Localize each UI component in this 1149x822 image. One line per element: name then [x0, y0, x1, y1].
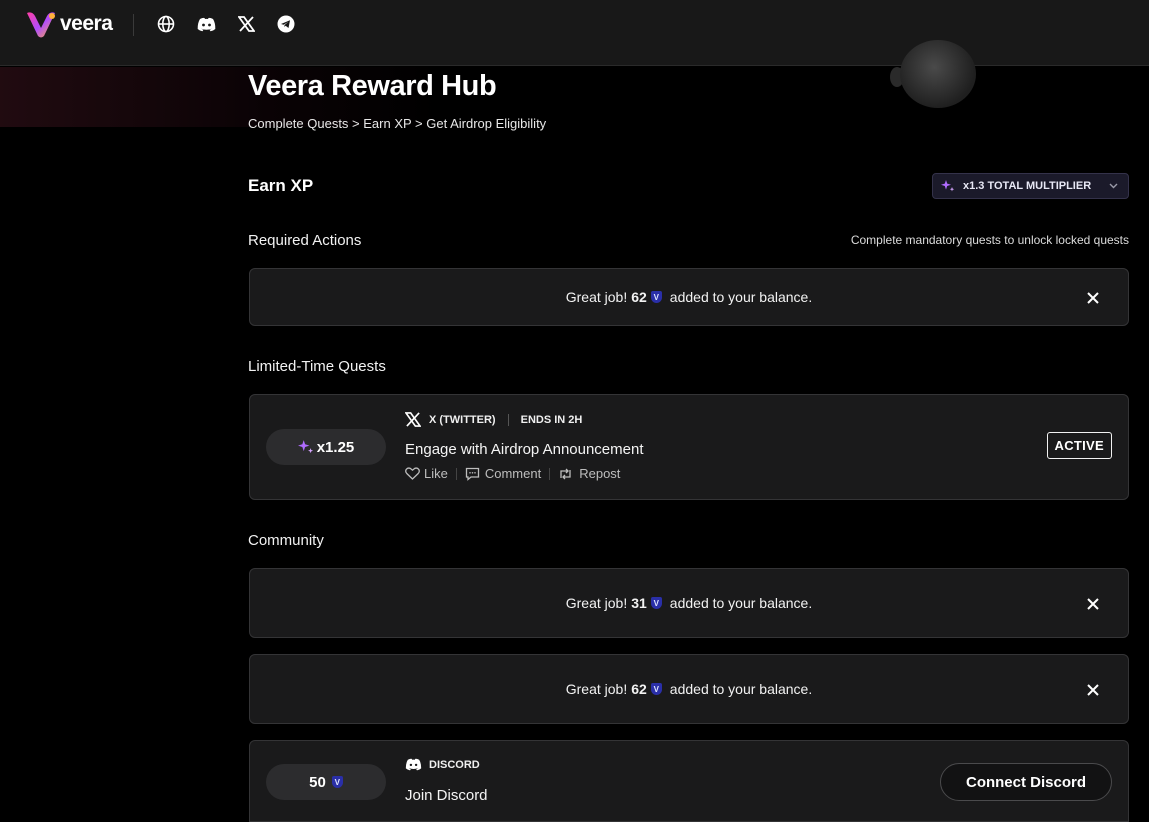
hero-decor-orb	[900, 40, 976, 108]
close-icon[interactable]	[1086, 291, 1100, 305]
meta-divider	[507, 413, 509, 426]
veera-logo[interactable]: veera	[26, 10, 113, 38]
total-multiplier-label: x1.3 TOTAL MULTIPLIER	[963, 180, 1092, 192]
toast-suffix: added to your balance.	[669, 595, 813, 611]
quest-platform: X (TWITTER)	[429, 413, 496, 426]
toast-amount: 31	[631, 595, 647, 611]
sparkle-icon	[297, 440, 313, 454]
repost-label: Repost	[579, 466, 621, 481]
toast-prefix: Great job!	[565, 289, 628, 305]
action-divider	[549, 467, 551, 480]
quest-platform: DISCORD	[429, 758, 480, 771]
comment-label: Comment	[484, 466, 542, 481]
veera-token-icon: V	[650, 683, 662, 695]
quest-status-badge: ACTIVE	[1046, 432, 1112, 459]
comment-action[interactable]: Comment	[465, 466, 541, 481]
breadcrumb: Complete Quests > Earn XP > Get Airdrop …	[248, 116, 547, 131]
sparkle-icon	[941, 180, 955, 192]
veera-logo-icon	[27, 12, 55, 38]
toast-prefix: Great job!	[565, 595, 628, 611]
toast-suffix: added to your balance.	[669, 289, 813, 305]
quest-meta: X (TWITTER) ENDS IN 2H	[405, 412, 582, 427]
quest-multiplier-pill: x1.25	[266, 429, 386, 465]
repost-icon	[560, 468, 571, 479]
veera-token-icon: V	[331, 776, 343, 788]
connect-discord-button[interactable]: Connect Discord	[940, 763, 1112, 801]
veera-token-icon: V	[650, 291, 662, 303]
chevron-down-icon	[1109, 181, 1118, 192]
total-multiplier-dropdown[interactable]: x1.3 TOTAL MULTIPLIER	[932, 173, 1129, 199]
nav-divider	[133, 14, 134, 36]
quest-reward-pill: 50 V	[266, 764, 386, 800]
top-navbar: veera	[0, 0, 1149, 66]
quest-title: Join Discord	[405, 787, 488, 804]
required-actions-hint: Complete mandatory quests to unlock lock…	[850, 233, 1129, 247]
quest-card-discord: 50 V DISCORD Join Discord Connect Discor…	[249, 740, 1129, 822]
quest-deadline: ENDS IN 2H	[520, 413, 583, 426]
toast-amount: 62	[631, 681, 647, 697]
close-icon[interactable]	[1086, 597, 1100, 611]
like-action[interactable]: Like	[405, 466, 448, 481]
like-label: Like	[424, 466, 448, 481]
x-icon	[405, 412, 421, 427]
discord-icon[interactable]	[196, 14, 216, 34]
quest-reward: 50	[309, 773, 326, 791]
limited-quests-heading: Limited-Time Quests	[248, 358, 386, 375]
toast-amount: 62	[631, 289, 647, 305]
toast-suffix: added to your balance.	[669, 681, 813, 697]
quest-card-twitter[interactable]: x1.25 X (TWITTER) ENDS IN 2H Engage with…	[249, 394, 1129, 500]
x-icon[interactable]	[236, 14, 256, 34]
heart-icon	[405, 467, 420, 480]
logo-text: veera	[60, 12, 113, 35]
reward-toast: Great job! 62 V added to your balance.	[249, 268, 1129, 326]
toast-prefix: Great job!	[565, 681, 628, 697]
page-title: Veera Reward Hub	[248, 70, 497, 102]
globe-icon[interactable]	[156, 14, 176, 34]
discord-icon	[405, 758, 422, 771]
required-actions-heading: Required Actions	[248, 232, 362, 249]
community-heading: Community	[248, 532, 324, 549]
repost-action[interactable]: Repost	[558, 466, 620, 481]
quest-multiplier: x1.25	[316, 438, 355, 456]
reward-toast: Great job! 62 V added to your balance.	[249, 654, 1129, 724]
action-divider	[455, 467, 457, 480]
telegram-icon[interactable]	[276, 14, 296, 34]
close-icon[interactable]	[1086, 683, 1100, 697]
quest-title: Engage with Airdrop Announcement	[405, 441, 644, 458]
earn-xp-heading: Earn XP	[248, 176, 314, 195]
quest-actions: Like Comment Repost	[405, 466, 620, 481]
veera-token-icon: V	[650, 597, 662, 609]
reward-toast: Great job! 31 V added to your balance.	[249, 568, 1129, 638]
quest-meta: DISCORD	[405, 758, 480, 771]
comment-icon	[465, 467, 480, 481]
